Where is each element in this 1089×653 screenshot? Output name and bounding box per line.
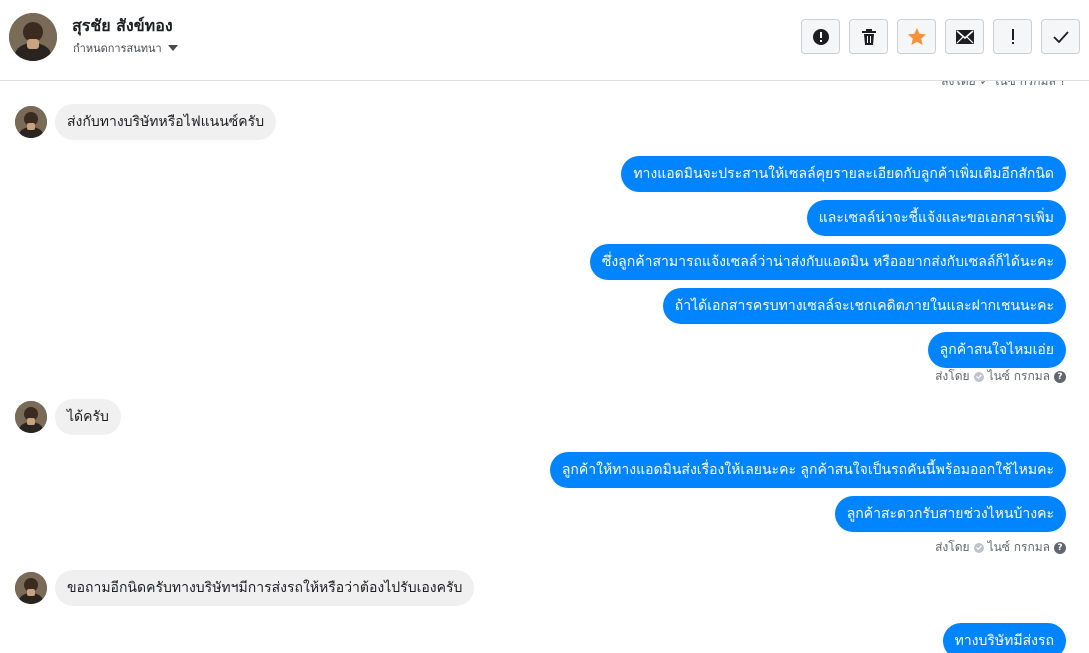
mark-spam-button[interactable] bbox=[801, 19, 840, 54]
outgoing-message[interactable]: ลูกค้าสนใจไหมเอ่ย bbox=[927, 332, 1066, 368]
trash-icon bbox=[861, 28, 877, 46]
outgoing-message-group: ทางบริษัทมีส่งรถ bbox=[942, 623, 1066, 653]
conversation-toolbar bbox=[801, 19, 1080, 54]
help-icon[interactable]: ? bbox=[1054, 541, 1066, 554]
star-button[interactable] bbox=[897, 19, 936, 54]
delete-button[interactable] bbox=[849, 19, 888, 54]
mark-unread-button[interactable] bbox=[945, 19, 984, 54]
incoming-message-row: ส่งกับทางบริษัทหรือไฟแนนซ์ครับ bbox=[15, 104, 277, 140]
outgoing-message[interactable]: ซึ่งลูกค้าสามารถแจ้งเซลล์ว่าน่าส่งกับแอด… bbox=[589, 244, 1066, 280]
chevron-down-icon bbox=[167, 45, 178, 51]
sent-by-meta: ส่งโดย ไนซ์ กรกมล ? bbox=[935, 367, 1066, 386]
outgoing-message[interactable]: ทางแอดมินจะประสานให้เซลล์คุยรายละเอียดกั… bbox=[621, 156, 1066, 192]
sent-by-meta: ส่งโดย ไนซ์ กรกมล ? bbox=[935, 538, 1066, 557]
outgoing-message[interactable]: และเซลล์น่าจะชี้แจ้งและขอเอกสารเพิ่ม bbox=[806, 200, 1066, 236]
incoming-message[interactable]: ได้ครับ bbox=[55, 399, 121, 435]
sender-avatar[interactable] bbox=[15, 572, 47, 604]
alert-circle-icon bbox=[812, 28, 830, 46]
incoming-message-row: ได้ครับ bbox=[15, 399, 121, 435]
outgoing-message-group: ลูกค้าให้ทางแอดมินส่งเรื่องให้เลยนะคะ ลู… bbox=[549, 452, 1066, 532]
assign-label: กำหนดการสนทนา bbox=[73, 42, 162, 55]
outgoing-message-group: ทางแอดมินจะประสานให้เซลล์คุยรายละเอียดกั… bbox=[589, 156, 1066, 368]
incoming-message-row: ขอถามอีกนิดครับทางบริษัทฯมีการส่งรถให้หร… bbox=[15, 570, 475, 606]
sender-avatar[interactable] bbox=[15, 106, 47, 138]
sender-avatar[interactable] bbox=[15, 401, 47, 433]
agent-name: ไนซ์ กรกมล bbox=[987, 369, 1050, 383]
agent-name: ไนซ์ กรกมล bbox=[987, 540, 1050, 554]
outgoing-message[interactable]: ทางบริษัทมีส่งรถ bbox=[942, 623, 1066, 653]
conversation-header: สุรชัย สังข์ทอง กำหนดการสนทนา bbox=[0, 0, 1089, 81]
star-icon bbox=[907, 27, 927, 46]
sent-by-meta-cut: ส่งโดย ✓ ไนซ์ กรกมล ? bbox=[941, 81, 1066, 88]
checkmark-icon bbox=[1052, 30, 1069, 43]
outgoing-message[interactable]: ถ้าได้เอกสารครบทางเซลล์จะเชกเคดิตภายในแล… bbox=[662, 288, 1066, 324]
follow-up-button[interactable] bbox=[993, 19, 1032, 54]
check-circle-icon bbox=[973, 542, 984, 553]
sent-by-label: ส่งโดย bbox=[935, 540, 970, 554]
contact-avatar[interactable] bbox=[9, 13, 57, 61]
exclamation-icon bbox=[1010, 28, 1016, 45]
outgoing-message[interactable]: ลูกค้าให้ทางแอดมินส่งเรื่องให้เลยนะคะ ลู… bbox=[549, 452, 1066, 488]
assign-conversation-dropdown[interactable]: กำหนดการสนทนา bbox=[73, 39, 178, 57]
message-thread[interactable]: ส่งโดย ✓ ไนซ์ กรกมล ? ส่งกับทางบริษัทหรื… bbox=[0, 81, 1089, 653]
messenger-inbox: สุรชัย สังข์ทอง กำหนดการสนทนา ส่งโดย ✓ ไ… bbox=[0, 0, 1089, 653]
incoming-message[interactable]: ส่งกับทางบริษัทหรือไฟแนนซ์ครับ bbox=[55, 104, 277, 140]
sent-by-label: ส่งโดย bbox=[935, 369, 970, 383]
incoming-message[interactable]: ขอถามอีกนิดครับทางบริษัทฯมีการส่งรถให้หร… bbox=[55, 570, 475, 606]
help-icon[interactable]: ? bbox=[1054, 370, 1066, 383]
outgoing-message[interactable]: ลูกค้าสะดวกรับสายช่วงไหนบ้างคะ bbox=[834, 496, 1066, 532]
contact-name[interactable]: สุรชัย สังข์ทอง bbox=[72, 14, 173, 39]
check-circle-icon bbox=[973, 371, 984, 382]
envelope-icon bbox=[955, 29, 974, 44]
mark-done-button[interactable] bbox=[1041, 19, 1080, 54]
